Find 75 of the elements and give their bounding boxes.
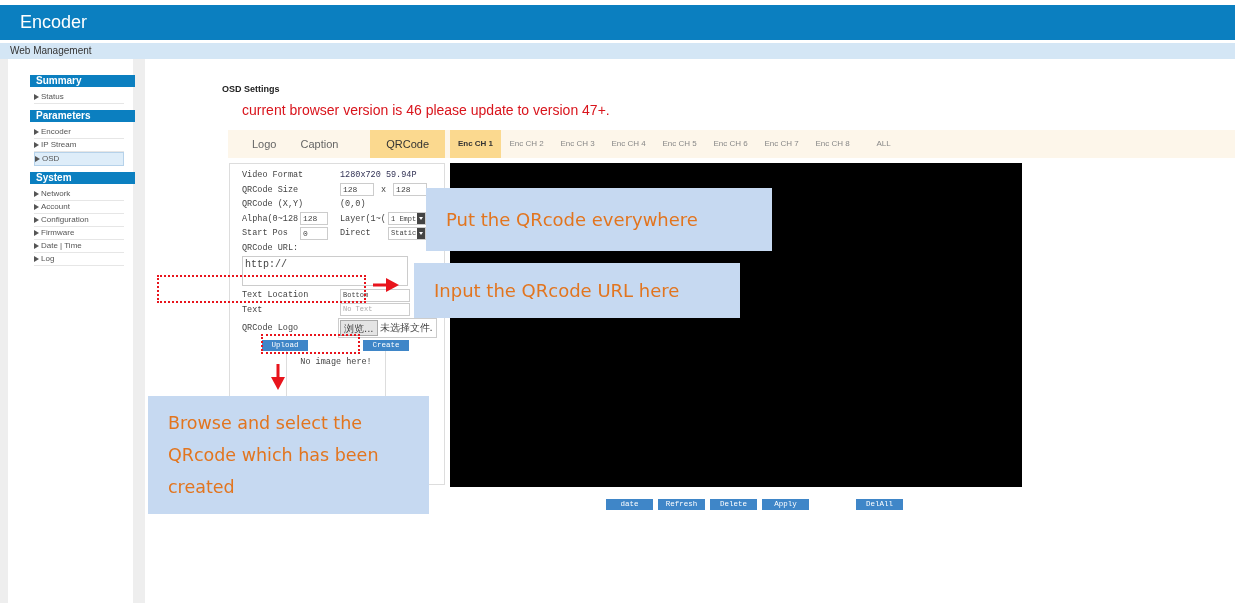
triangle-icon (34, 204, 39, 210)
nav-item[interactable]: Log (34, 253, 124, 266)
nav-item[interactable]: Encoder (34, 126, 124, 139)
triangle-icon (34, 129, 39, 135)
separator-text: x (381, 184, 387, 195)
field-label: Text Location (242, 290, 310, 301)
tab[interactable]: QRCode (370, 130, 445, 158)
nav-item[interactable]: Status (34, 91, 124, 104)
tab[interactable]: Logo (228, 130, 289, 158)
field-label: QRCode Logo (242, 323, 300, 333)
triangle-icon (34, 230, 39, 236)
triangle-icon (34, 191, 39, 197)
nav-label: Configuration (41, 214, 89, 226)
arrow-icon (271, 364, 285, 390)
field-label: Layer(1~( (340, 213, 387, 224)
input-field[interactable]: 128 (300, 212, 328, 226)
nav-item[interactable]: Account (34, 201, 124, 214)
triangle-icon (34, 256, 39, 262)
nav-item[interactable]: Configuration (34, 214, 124, 227)
field-label: QRCode (X,Y) (242, 199, 305, 210)
channel-tab[interactable]: Enc CH 8 (807, 130, 858, 158)
channel-tab[interactable]: Enc CH 1 (450, 130, 501, 158)
field-value: 1280x720 59.94P (340, 170, 417, 181)
channel-tab[interactable]: Enc CH 4 (603, 130, 654, 158)
app-title: Encoder (20, 12, 88, 33)
triangle-icon (34, 142, 39, 148)
triangle-icon (35, 156, 40, 162)
nav-item[interactable]: Date | Time (34, 240, 124, 253)
nav-label: OSD (42, 153, 60, 165)
nav-item[interactable]: Network (34, 188, 124, 201)
field-label: Start Pos (242, 228, 289, 239)
channel-tab[interactable]: Enc CH 7 (756, 130, 807, 158)
empty-message: No image here! (300, 357, 372, 367)
field-label: Direct (340, 228, 372, 239)
page-title: OSD Settings (222, 84, 281, 94)
field-label: Video Format (242, 170, 305, 181)
nav-label: Firmware (41, 227, 75, 239)
field-label: QRCode URL: (242, 242, 300, 253)
callout: Browse and select the QRcode which has been created (148, 396, 429, 514)
nav-label: Log (41, 253, 55, 265)
callout: Put the QRcode everywhere (426, 188, 772, 251)
input-field[interactable]: 0 (300, 226, 328, 240)
field-label: Alpha(0~128 (242, 213, 300, 224)
section-heading: Summary (30, 75, 135, 87)
section-heading: System (30, 172, 135, 184)
url-field[interactable]: http:// (242, 256, 408, 286)
browse-button[interactable]: 浏览... (340, 320, 378, 336)
field-value: (0,0) (340, 199, 366, 210)
nav-label: Date | Time (41, 240, 82, 252)
nav-label: Network (41, 188, 71, 200)
channel-tab[interactable]: Enc CH 2 (501, 130, 552, 158)
tab[interactable]: Caption (288, 130, 351, 158)
nav-label: Account (41, 201, 70, 213)
nav-item[interactable]: Firmware (34, 227, 124, 240)
triangle-icon (34, 217, 39, 223)
file-name: 未选择文件. (378, 321, 434, 335)
subheader-title: Web Management (10, 45, 92, 56)
field-label: Text (242, 304, 264, 315)
nav-item[interactable]: OSD (34, 152, 124, 166)
channel-tab[interactable]: Enc CH 6 (705, 130, 756, 158)
arrow-icon (373, 278, 399, 292)
channel-tab[interactable]: Enc CH 3 (552, 130, 603, 158)
input-field[interactable]: 128 (340, 183, 374, 197)
triangle-icon (34, 94, 39, 100)
section-heading: Parameters (30, 110, 135, 122)
triangle-icon (34, 243, 39, 249)
channel-tab[interactable]: ALL (858, 130, 909, 158)
warning-message: current browser version is 46 please update to version 47+. (242, 102, 611, 120)
nav-label: Encoder (41, 126, 71, 138)
nav-label: IP Stream (41, 139, 77, 151)
file-picker[interactable]: 浏览... 未选择文件. (338, 318, 437, 338)
channel-tab[interactable]: Enc CH 5 (654, 130, 705, 158)
nav-label: Status (41, 91, 64, 103)
callout: Input the QRcode URL here (414, 263, 740, 318)
field-label: QRCode Size (242, 184, 300, 195)
